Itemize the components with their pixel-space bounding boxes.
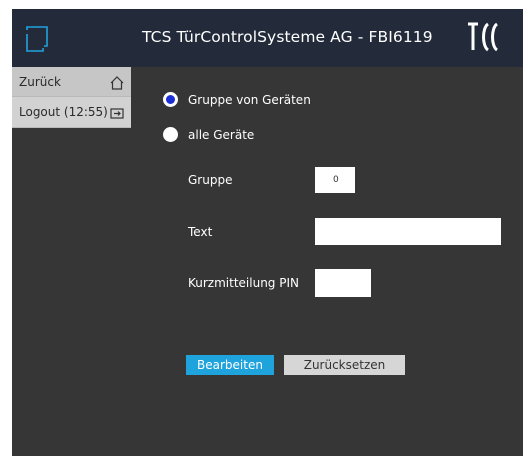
sidebar: Zurück Logout (12:55): [12, 67, 131, 128]
gruppe-input[interactable]: [315, 167, 355, 193]
page-title: TCS TürControlSysteme AG - FBI6119: [142, 28, 433, 46]
reset-button[interactable]: Zurücksetzen: [284, 355, 405, 375]
home-icon: [110, 76, 124, 90]
gruppe-label: Gruppe: [188, 173, 233, 187]
text-label: Text: [188, 225, 213, 239]
edit-button[interactable]: Bearbeiten: [186, 355, 274, 375]
sidebar-item-label: Logout (12:55): [19, 105, 108, 119]
app-window-icon[interactable]: [26, 26, 48, 52]
sidebar-item-back[interactable]: Zurück: [12, 67, 131, 97]
app-window: TCS TürControlSysteme AG - FBI6119 Zurüc…: [12, 9, 523, 456]
radio-label-group-of-devices: Gruppe von Geräten: [188, 93, 311, 107]
sidebar-item-logout[interactable]: Logout (12:55): [12, 97, 131, 128]
radio-all-devices[interactable]: [163, 127, 178, 142]
sidebar-item-label: Zurück: [19, 75, 61, 89]
pin-label: Kurzmitteilung PIN: [188, 276, 299, 290]
header-bar: TCS TürControlSysteme AG - FBI6119: [12, 9, 523, 67]
pin-input[interactable]: [315, 269, 371, 297]
logout-icon: [110, 108, 124, 119]
text-input[interactable]: [315, 218, 501, 245]
tcs-logo-icon: [468, 22, 499, 52]
radio-label-all-devices: alle Geräte: [188, 128, 255, 142]
radio-group-of-devices[interactable]: [163, 92, 178, 107]
